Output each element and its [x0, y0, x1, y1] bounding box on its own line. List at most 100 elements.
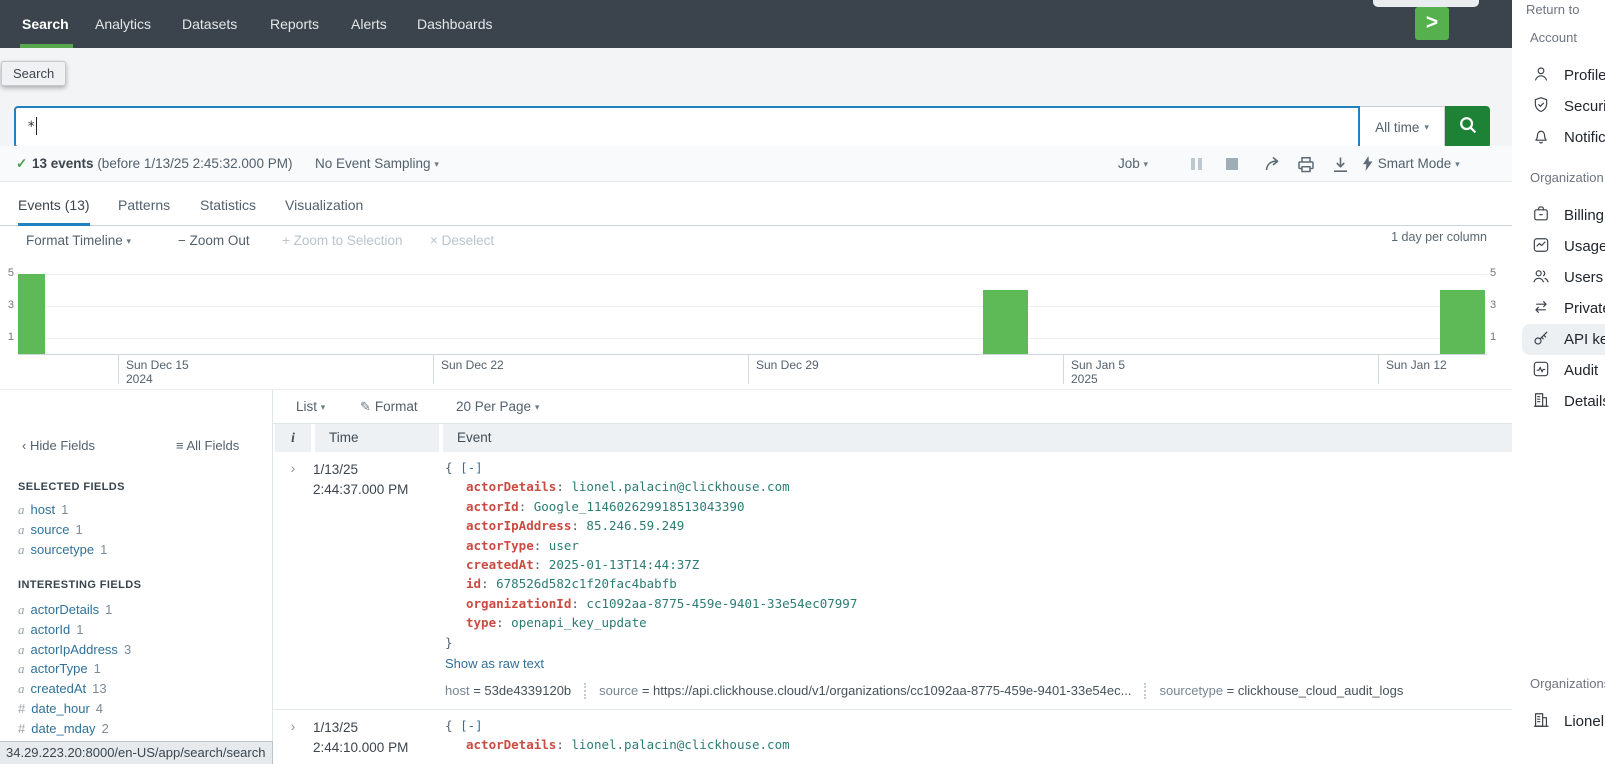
splunk-logo[interactable]: >	[1415, 7, 1449, 40]
show-raw-text-link[interactable]: Show as raw text	[445, 654, 1512, 673]
sidebar-item-billing[interactable]: Billing	[1522, 200, 1605, 231]
hide-fields-button[interactable]: ‹ Hide Fields	[22, 438, 95, 453]
field-item-date_hour[interactable]: #date_hour4	[18, 701, 103, 716]
field-item-actorId[interactable]: aactorId1	[18, 622, 83, 638]
json-field-value[interactable]: 678526d582c1f20fac4babfb	[496, 576, 677, 591]
search-submit-button[interactable]	[1445, 106, 1490, 148]
nav-tab-reports[interactable]: Reports	[270, 0, 319, 48]
zoom-out-button[interactable]: − Zoom Out	[178, 233, 250, 248]
json-field-key: createdAt	[466, 557, 534, 572]
json-field-value[interactable]: lionel.palacin@clickhouse.com	[571, 479, 789, 494]
field-item-createdAt[interactable]: acreatedAt13	[18, 681, 107, 697]
list-view-menu[interactable]: List ▾	[296, 399, 325, 414]
numeric-field-icon: #	[18, 721, 25, 736]
field-item-source[interactable]: asource1	[18, 522, 83, 538]
search-input[interactable]	[14, 106, 1360, 148]
nav-tab-analytics[interactable]: Analytics	[95, 0, 151, 48]
format-timeline-menu[interactable]: Format Timeline ▾	[26, 233, 131, 248]
column-header-time[interactable]: Time	[315, 424, 439, 452]
json-field-value[interactable]: cc1092aa-8775-459e-9401-33e54ec07997	[586, 596, 857, 611]
events-table-rows: ›1/13/252:44:37.000 PM{ [-]actorDetails:…	[273, 452, 1512, 764]
json-field-line: id: 678526d582c1f20fac4babfb	[445, 574, 1512, 593]
tab-visualization[interactable]: Visualization	[285, 182, 363, 226]
export-button[interactable]	[1332, 156, 1349, 173]
x-icon: ×	[430, 233, 438, 248]
meta-value[interactable]: 53de4339120b	[484, 683, 571, 698]
field-item-actorDetails[interactable]: aactorDetails1	[18, 602, 112, 618]
x-axis-tick	[748, 354, 749, 384]
sidebar-item-profile[interactable]: Profile	[1522, 60, 1605, 91]
minus-icon: −	[178, 233, 186, 248]
nav-tab-dashboards[interactable]: Dashboards	[417, 0, 493, 48]
smart-mode-menu[interactable]: Smart Mode ▾	[1362, 156, 1460, 171]
y-axis-label: 3	[0, 299, 14, 311]
json-field-value[interactable]: user	[549, 538, 579, 553]
usage-icon	[1531, 235, 1551, 259]
caret-down-icon: ▾	[1424, 122, 1429, 133]
format-results-button[interactable]: ✎Format	[360, 399, 418, 415]
events-timeline-chart[interactable]: 113355Sun Dec 152024Sun Dec 22Sun Dec 29…	[0, 258, 1512, 390]
field-item-sourcetype[interactable]: asourcetype1	[18, 542, 107, 558]
field-item-date_mday[interactable]: #date_mday2	[18, 721, 109, 736]
nav-tab-search[interactable]: Search	[22, 0, 69, 48]
sidebar-item-users[interactable]: Users	[1522, 262, 1605, 293]
timeline-bar[interactable]	[18, 274, 45, 354]
return-to-link[interactable]: Return to	[1526, 2, 1579, 17]
sidebar-item-security[interactable]: Security	[1522, 91, 1605, 122]
stop-job-button[interactable]	[1226, 158, 1238, 173]
sidebar-item-notifications[interactable]: Notifications	[1522, 122, 1605, 153]
json-field-value[interactable]: lionel.palacin@clickhouse.com	[571, 737, 789, 752]
collapse-json-toggle[interactable]: [-]	[460, 460, 483, 475]
field-item-actorIpAddress[interactable]: aactorIpAddress3	[18, 642, 131, 658]
field-count: 1	[61, 502, 68, 517]
meta-value[interactable]: https://api.clickhouse.cloud/v1/organiza…	[653, 683, 1131, 698]
bell-icon	[1531, 126, 1551, 150]
zoom-to-selection-button[interactable]: + Zoom to Selection	[282, 233, 402, 248]
deselect-button[interactable]: × Deselect	[430, 233, 494, 248]
nav-tab-alerts[interactable]: Alerts	[351, 0, 387, 48]
sidebar-item-audit[interactable]: Audit	[1522, 355, 1605, 386]
json-field-value[interactable]: 2025-01-13T14:44:37Z	[549, 557, 700, 572]
sidebar-item-private-endpoints[interactable]: Private Endpoints	[1522, 293, 1605, 324]
field-item-actorType[interactable]: aactorType1	[18, 661, 101, 677]
event-sampling-menu[interactable]: No Event Sampling ▾	[315, 156, 439, 171]
window-corner-artifact	[1373, 0, 1479, 7]
sidebar-item-usage[interactable]: Usage	[1522, 231, 1605, 262]
json-field-value[interactable]: Google_114602629918513043390	[534, 499, 745, 514]
json-field-line: actorDetails: lionel.palacin@clickhouse.…	[445, 735, 1512, 754]
nav-tab-datasets[interactable]: Datasets	[182, 0, 237, 48]
print-button[interactable]	[1297, 156, 1315, 173]
time-range-picker[interactable]: All time▾	[1360, 106, 1445, 148]
field-name: actorIpAddress	[31, 642, 118, 657]
sidebar-item-details[interactable]: Details	[1522, 386, 1605, 417]
string-field-icon: a	[18, 622, 25, 637]
x-axis-label: Sun Dec 22	[441, 358, 504, 372]
job-complete-check-icon: ✓	[16, 156, 27, 172]
organization-icon	[1531, 710, 1551, 734]
json-field-value[interactable]: openapi_key_update	[511, 615, 646, 630]
column-header-info[interactable]: i	[275, 424, 311, 452]
per-page-menu[interactable]: 20 Per Page ▾	[456, 399, 539, 414]
sidebar-item-lionel[interactable]: Lionel	[1522, 706, 1605, 737]
meta-sourcetype: sourcetype = clickhouse_cloud_audit_logs	[1159, 681, 1403, 700]
share-job-button[interactable]	[1264, 156, 1282, 172]
tab-events-13-[interactable]: Events (13)	[18, 182, 90, 226]
timeline-bar[interactable]	[1440, 290, 1485, 354]
field-item-host[interactable]: ahost1	[18, 502, 68, 518]
sidebar-item-api-keys[interactable]: API keys	[1522, 324, 1605, 355]
tab-statistics[interactable]: Statistics	[200, 182, 256, 226]
json-field-value[interactable]: 85.246.59.249	[586, 518, 684, 533]
meta-value[interactable]: clickhouse_cloud_audit_logs	[1238, 683, 1404, 698]
pause-job-button[interactable]	[1191, 158, 1202, 173]
expand-event-chevron-icon[interactable]: ›	[273, 458, 313, 701]
job-menu[interactable]: Job ▾	[1118, 156, 1148, 171]
plus-icon: +	[282, 233, 290, 248]
column-header-event[interactable]: Event	[443, 424, 1512, 452]
string-field-icon: a	[18, 661, 25, 676]
timeline-bar[interactable]	[983, 290, 1028, 354]
collapse-json-toggle[interactable]: [-]	[460, 718, 483, 733]
json-field-key: id	[466, 576, 481, 591]
expand-event-chevron-icon[interactable]: ›	[273, 716, 313, 758]
tab-patterns[interactable]: Patterns	[118, 182, 170, 226]
all-fields-button[interactable]: ≡ All Fields	[176, 438, 239, 453]
